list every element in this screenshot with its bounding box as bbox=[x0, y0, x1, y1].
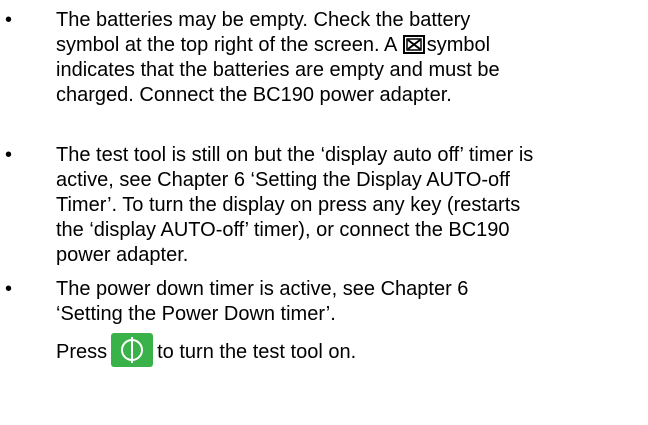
list-item-text: The test tool is still on but the ‘displ… bbox=[56, 143, 648, 268]
text-line: Timer’. To turn the display on press any… bbox=[56, 194, 521, 216]
text-line: indicates that the batteries are empty a… bbox=[56, 59, 500, 81]
battery-empty-icon bbox=[402, 35, 425, 54]
text-line: charged. Connect the BC190 power adapter… bbox=[56, 84, 452, 106]
text-line: ‘Setting the Power Down timer’. bbox=[56, 303, 336, 325]
bullet: • bbox=[5, 9, 13, 31]
text-line: power adapter. bbox=[56, 244, 189, 266]
bullet: • bbox=[5, 278, 13, 300]
text-line: the ‘display AUTO-off’ timer), or connec… bbox=[56, 219, 510, 241]
text-line: symbol at the top right of the screen. A… bbox=[56, 34, 491, 56]
text-line: Press to turn the test tool on. bbox=[56, 333, 648, 367]
text-line: The power down timer is active, see Chap… bbox=[56, 278, 469, 300]
text-line: The batteries may be empty. Check the ba… bbox=[56, 9, 471, 31]
list-item-text: The batteries may be empty. Check the ba… bbox=[56, 8, 648, 108]
power-button-icon bbox=[111, 333, 154, 367]
bullet: • bbox=[5, 144, 13, 166]
text-line: The test tool is still on but the ‘displ… bbox=[56, 144, 534, 166]
text-line: active, see Chapter 6 ‘Setting the Displ… bbox=[56, 169, 510, 191]
list-item-text: The power down timer is active, see Chap… bbox=[56, 277, 648, 367]
